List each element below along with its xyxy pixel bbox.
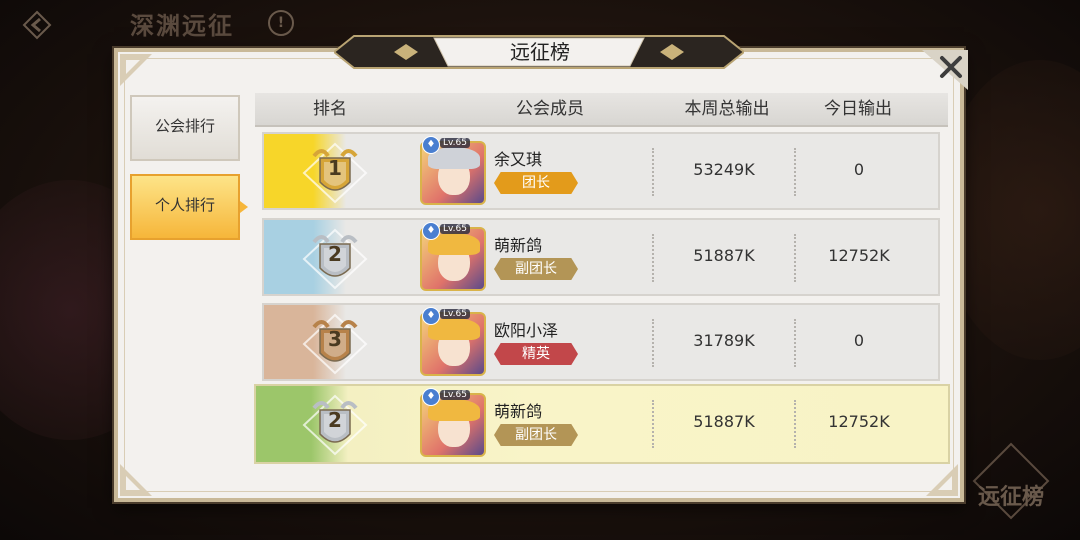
guild-role-badge: 精英 xyxy=(494,343,578,365)
header-rank: 排名 xyxy=(313,99,347,119)
table-header: 排名 公会成员 本周总输出 今日输出 xyxy=(255,93,948,127)
player-name: 萌新鸽 xyxy=(494,402,543,421)
header-member: 公会成员 xyxy=(516,99,584,119)
back-icon[interactable] xyxy=(22,10,52,40)
class-icon: ♦ xyxy=(422,222,440,240)
today-damage-value: 12752K xyxy=(828,412,890,431)
guild-role-badge: 团长 xyxy=(494,172,578,194)
weekly-damage-value: 31789K xyxy=(693,331,755,350)
column-divider xyxy=(794,234,796,282)
weekly-damage-value: 53249K xyxy=(693,160,755,179)
player-level: Lv.65 xyxy=(440,138,470,148)
mode-title: 深渊远征 xyxy=(130,12,234,40)
today-damage-value: 12752K xyxy=(828,246,890,265)
table-row[interactable]: 2 ♦ Lv.65 萌新鸽副团长 51887K 12752K xyxy=(262,218,940,296)
player-name: 萌新鸽 xyxy=(494,236,543,255)
player-level: Lv.65 xyxy=(440,309,470,319)
class-icon: ♦ xyxy=(422,307,440,325)
weekly-damage-value: 51887K xyxy=(693,246,755,265)
rank-number: 3 xyxy=(328,327,342,351)
player-name: 余又琪 xyxy=(494,150,543,169)
panel-title: 远征榜 xyxy=(510,40,570,64)
corner-ornament-icon xyxy=(120,54,152,86)
rank-number: 1 xyxy=(328,156,342,180)
info-icon[interactable]: ! xyxy=(268,10,294,36)
table-row[interactable]: 3 ♦ Lv.65 欧阳小泽精英 31789K 0 xyxy=(262,303,940,381)
column-divider xyxy=(652,319,654,367)
header-weekly-damage: 本周总输出 xyxy=(684,99,770,119)
guild-role-badge: 副团长 xyxy=(494,258,578,280)
column-divider xyxy=(794,400,796,448)
rank-number: 2 xyxy=(328,242,342,266)
tab-personal-ranking[interactable]: 个人排行 xyxy=(130,174,248,240)
player-name: 欧阳小泽 xyxy=(494,321,559,340)
corner-badge-label[interactable]: 远征榜 xyxy=(978,486,1044,510)
player-level: Lv.65 xyxy=(440,390,470,400)
corner-ornament-icon xyxy=(926,464,958,496)
class-icon: ♦ xyxy=(422,136,440,154)
tab-guild-ranking[interactable]: 公会排行 xyxy=(130,95,240,161)
today-damage-value: 0 xyxy=(853,331,865,350)
column-divider xyxy=(794,148,796,196)
rank-number: 2 xyxy=(328,408,342,432)
close-icon[interactable] xyxy=(922,50,968,90)
weekly-damage-value: 51887K xyxy=(693,412,755,431)
my-ranking-row[interactable]: 2 ♦ Lv.65 萌新鸽副团长 51887K 12752K xyxy=(254,384,950,464)
player-level: Lv.65 xyxy=(440,224,470,234)
column-divider xyxy=(794,319,796,367)
class-icon: ♦ xyxy=(422,388,440,406)
column-divider xyxy=(652,400,654,448)
corner-ornament-icon xyxy=(120,464,152,496)
guild-role-badge: 副团长 xyxy=(494,424,578,446)
header-today-damage: 今日输出 xyxy=(824,99,892,119)
column-divider xyxy=(652,234,654,282)
table-row[interactable]: 1 ♦ Lv.65 余又琪团长 53249K 0 xyxy=(262,132,940,210)
column-divider xyxy=(652,148,654,196)
today-damage-value: 0 xyxy=(853,160,865,179)
